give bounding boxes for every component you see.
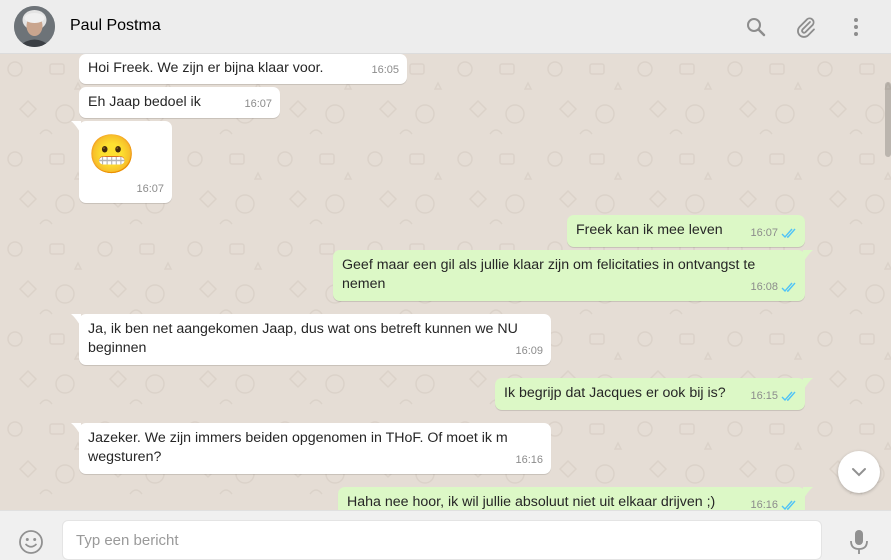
message-meta: 16:09 (515, 342, 543, 361)
message-time: 16:16 (750, 499, 778, 510)
message-text: Eh Jaap bedoel ik (88, 94, 201, 110)
attach-button[interactable] (792, 13, 820, 41)
message-input[interactable] (63, 521, 821, 559)
message-input-container[interactable] (62, 520, 822, 560)
message-list[interactable]: Hoi Freek. We zijn er bijna klaar voor. … (0, 54, 891, 510)
message-bubble-incoming[interactable]: Eh Jaap bedoel ik 16:07 (79, 87, 280, 118)
bubble-tail (71, 314, 81, 327)
message-meta: 16:07 (244, 95, 272, 114)
chat-header: Paul Postma (0, 0, 891, 54)
double-check-icon (781, 228, 796, 239)
message-meta: 16:16 (515, 451, 543, 470)
avatar[interactable] (14, 6, 55, 47)
message-time: 16:15 (750, 390, 778, 402)
message-meta: 16:15 (750, 387, 797, 406)
microphone-icon[interactable] (848, 529, 870, 555)
message-meta: 16:07 (136, 180, 164, 199)
bubble-tail (71, 423, 81, 436)
double-check-icon (781, 500, 796, 510)
message-bubble-incoming[interactable]: Ja, ik ben net aangekomen Jaap, dus wat … (71, 314, 551, 365)
message-bubble-incoming[interactable]: Jazeker. We zijn immers beiden opgenomen… (71, 423, 551, 474)
paperclip-icon (797, 17, 815, 38)
message-meta: 16:08 (750, 278, 797, 297)
bubble-tail (71, 121, 81, 134)
bubble-tail (803, 250, 813, 263)
bubble-tail (803, 378, 813, 391)
message-time: 16:16 (515, 454, 543, 466)
avatar-photo (14, 6, 55, 47)
contact-name[interactable]: Paul Postma (70, 17, 161, 35)
message-text: Jazeker. We zijn immers beiden opgenomen… (88, 430, 508, 465)
message-time: 16:08 (750, 281, 778, 293)
message-bubble-outgoing[interactable]: Haha nee hoor, ik wil jullie absoluut ni… (338, 487, 813, 510)
message-time: 16:05 (371, 64, 399, 76)
message-meta: 16:05 (371, 61, 399, 80)
message-time: 16:07 (750, 227, 778, 239)
message-text: Hoi Freek. We zijn er bijna klaar voor. (88, 60, 324, 76)
double-check-icon (781, 282, 796, 293)
message-text: Geef maar een gil als jullie klaar zijn … (342, 257, 756, 292)
scroll-down-button[interactable] (838, 451, 880, 493)
message-meta: 16:07 (750, 224, 797, 243)
message-text: Freek kan ik mee leven (576, 222, 723, 238)
message-meta: 16:16 (750, 496, 797, 510)
message-bubble-outgoing[interactable]: Geef maar een gil als jullie klaar zijn … (333, 250, 813, 301)
search-button[interactable] (742, 13, 770, 41)
menu-button[interactable] (842, 13, 870, 41)
message-bubble-incoming[interactable]: 😬 16:07 (71, 121, 172, 203)
emoji-glyph: 😬 (88, 134, 136, 176)
scrollbar-thumb[interactable] (885, 82, 891, 157)
message-time: 16:07 (136, 183, 164, 195)
message-text: Haha nee hoor, ik wil jullie absoluut ni… (347, 494, 716, 510)
message-time: 16:09 (515, 345, 543, 357)
composer-bar (0, 510, 891, 560)
message-text: Ja, ik ben net aangekomen Jaap, dus wat … (88, 321, 518, 356)
double-check-icon (781, 391, 796, 402)
emoji-icon[interactable] (18, 529, 44, 555)
more-vertical-icon (854, 18, 858, 36)
message-time: 16:07 (244, 98, 272, 110)
message-bubble-outgoing[interactable]: Freek kan ik mee leven 16:07 (567, 215, 805, 247)
message-text: Ik begrijp dat Jacques er ook bij is? (504, 385, 726, 401)
bubble-tail (803, 487, 813, 500)
chevron-down-icon (852, 468, 866, 477)
message-bubble-incoming[interactable]: Hoi Freek. We zijn er bijna klaar voor. … (79, 54, 407, 84)
search-icon (747, 18, 766, 37)
message-bubble-outgoing[interactable]: Ik begrijp dat Jacques er ook bij is? 16… (495, 378, 813, 410)
